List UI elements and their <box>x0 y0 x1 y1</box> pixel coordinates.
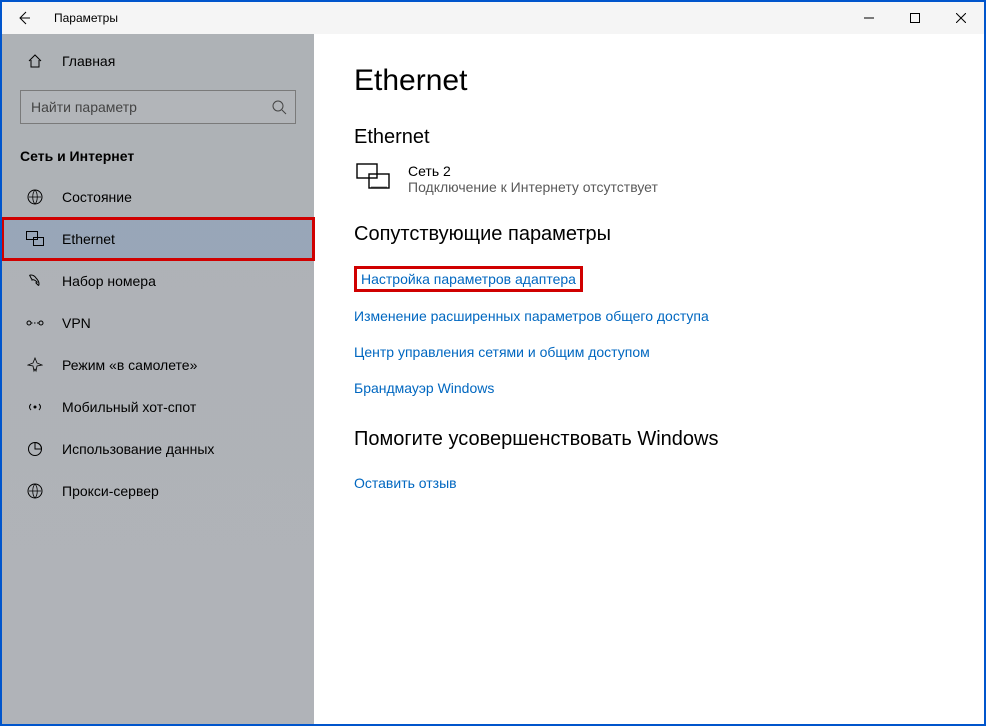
dialup-icon <box>26 272 44 290</box>
section-ethernet-heading: Ethernet <box>354 126 944 149</box>
link-windows-firewall[interactable]: Брандмауэр Windows <box>354 370 944 406</box>
sidebar-home[interactable]: Главная <box>2 34 314 84</box>
sidebar-item-data-usage[interactable]: Использование данных <box>2 428 314 470</box>
search-icon <box>271 99 287 115</box>
hotspot-icon <box>26 398 44 416</box>
sidebar-item-label: Набор номера <box>62 273 156 289</box>
settings-window: Параметры Главная <box>2 2 984 724</box>
network-icon <box>354 163 392 201</box>
sidebar-item-label: VPN <box>62 315 91 331</box>
window-title: Параметры <box>54 11 118 25</box>
sidebar-item-label: Состояние <box>62 189 132 205</box>
back-button[interactable] <box>14 8 34 28</box>
sidebar-item-label: Использование данных <box>62 441 214 457</box>
sidebar-item-label: Режим «в самолете» <box>62 357 197 373</box>
feedback-heading: Помогите усовершенствовать Windows <box>354 428 944 451</box>
sidebar-item-status[interactable]: Состояние <box>2 176 314 218</box>
vpn-icon <box>26 314 44 332</box>
ethernet-icon <box>26 230 44 248</box>
data-usage-icon <box>26 440 44 458</box>
page-title: Ethernet <box>354 64 944 98</box>
link-adapter-settings[interactable]: Настройка параметров адаптера <box>354 266 583 292</box>
sidebar: Главная Сеть и Интернет Состояние <box>2 34 314 724</box>
link-advanced-sharing[interactable]: Изменение расширенных параметров общего … <box>354 298 944 334</box>
status-icon <box>26 188 44 206</box>
home-icon <box>26 52 44 70</box>
network-name: Сеть 2 <box>408 163 658 179</box>
sidebar-item-vpn[interactable]: VPN <box>2 302 314 344</box>
sidebar-section-header: Сеть и Интернет <box>2 142 314 176</box>
sidebar-item-dialup[interactable]: Набор номера <box>2 260 314 302</box>
sidebar-home-label: Главная <box>62 53 115 69</box>
sidebar-item-ethernet[interactable]: Ethernet <box>2 218 314 260</box>
search-box[interactable] <box>20 90 296 124</box>
titlebar: Параметры <box>2 2 984 34</box>
network-status: Подключение к Интернету отсутствует <box>408 179 658 195</box>
airplane-icon <box>26 356 44 374</box>
sidebar-item-airplane[interactable]: Режим «в самолете» <box>2 344 314 386</box>
network-entry[interactable]: Сеть 2 Подключение к Интернету отсутству… <box>354 163 944 201</box>
close-button[interactable] <box>938 2 984 34</box>
sidebar-item-label: Мобильный хот-спот <box>62 399 196 415</box>
link-feedback[interactable]: Оставить отзыв <box>354 465 944 501</box>
main-content: Ethernet Ethernet Сеть 2 Подключение к И… <box>314 34 984 724</box>
proxy-icon <box>26 482 44 500</box>
related-heading: Сопутствующие параметры <box>354 223 944 246</box>
sidebar-item-proxy[interactable]: Прокси-сервер <box>2 470 314 512</box>
maximize-button[interactable] <box>892 2 938 34</box>
sidebar-item-label: Ethernet <box>62 231 115 247</box>
search-input[interactable] <box>31 99 271 115</box>
sidebar-item-hotspot[interactable]: Мобильный хот-спот <box>2 386 314 428</box>
link-network-center[interactable]: Центр управления сетями и общим доступом <box>354 334 944 370</box>
minimize-button[interactable] <box>846 2 892 34</box>
sidebar-item-label: Прокси-сервер <box>62 483 159 499</box>
